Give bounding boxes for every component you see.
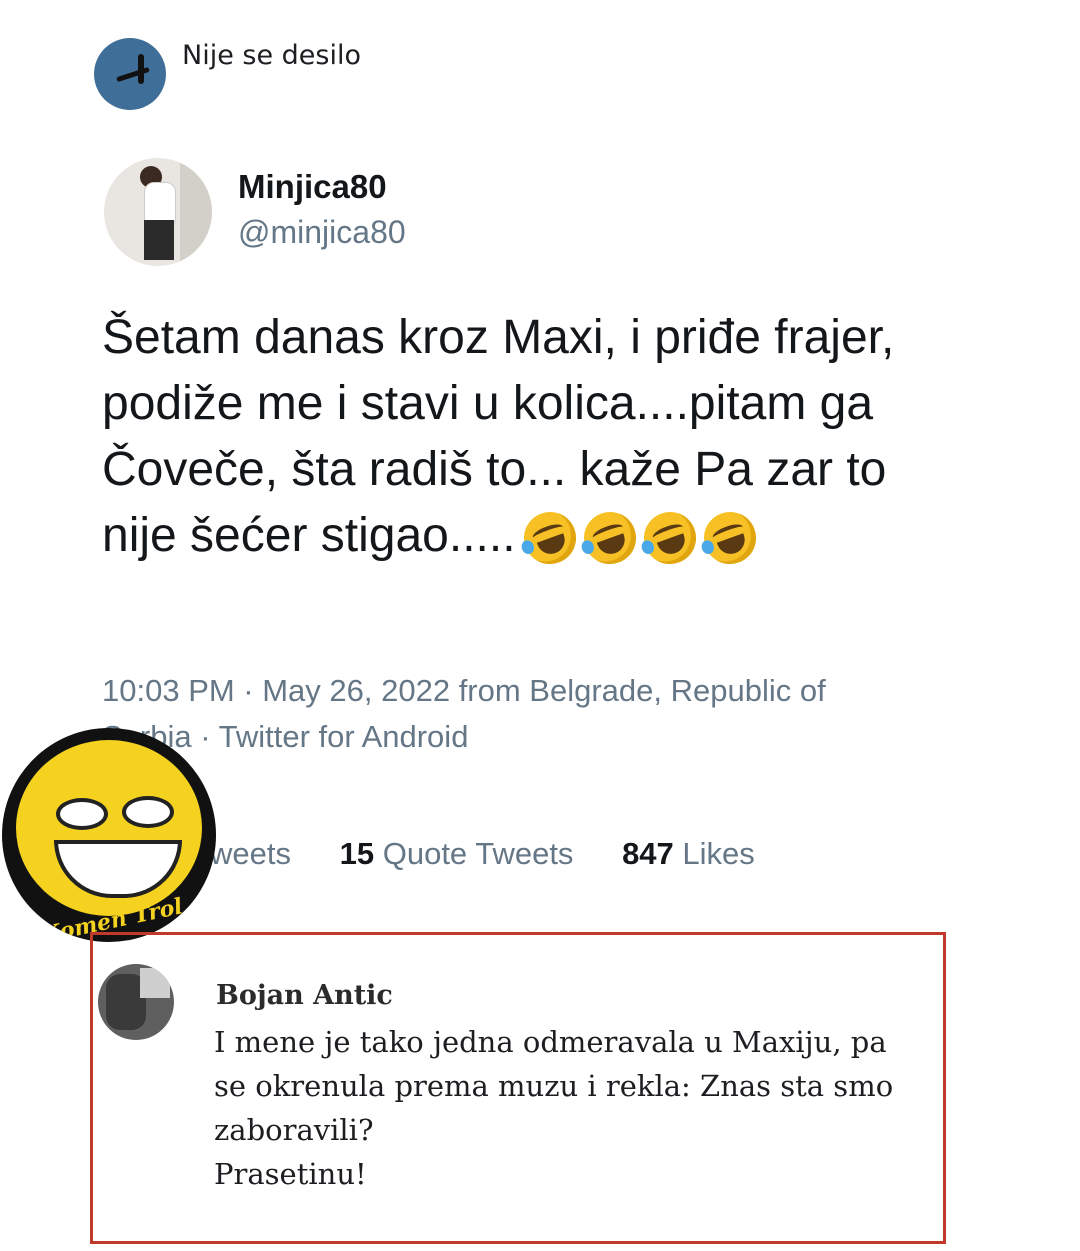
quote-tweets-stat[interactable]: 15 Quote Tweets — [340, 836, 574, 871]
reply-line: se okrenula prema muzu i rekla: Znas sta… — [214, 1069, 894, 1103]
emoji-group — [516, 504, 763, 572]
tweet-author-avatar[interactable] — [104, 158, 212, 266]
tweet-timestamp-location[interactable]: 10:03 PM · May 26, 2022 from Belgrade, R… — [102, 668, 922, 714]
troll-face-icon — [16, 740, 202, 916]
reply-line: I mene je tako jedna odmeravala u Maxiju… — [214, 1025, 887, 1059]
tweet-body: Šetam danas kroz Maxi, i priđe frajer, p… — [102, 311, 908, 562]
likes-stat[interactable]: 847 Likes — [622, 836, 755, 871]
rolling-on-floor-laughing-icon — [636, 504, 703, 572]
tweet-stats: weets 15 Quote Tweets 847 Likes — [210, 836, 795, 872]
tweet-text: Šetam danas kroz Maxi, i priđe frajer, p… — [102, 305, 952, 572]
reply-text: I mene je tako jedna odmeravala u Maxiju… — [214, 1020, 934, 1196]
rolling-on-floor-laughing-icon — [576, 504, 643, 572]
troll-face-watermark: Komen Trol — [2, 728, 216, 942]
reply-author-name[interactable]: Bojan Antic — [216, 980, 393, 1011]
rolling-on-floor-laughing-icon — [696, 504, 763, 572]
retweets-stat[interactable]: weets — [210, 836, 291, 871]
page-name[interactable]: Nije se desilo — [182, 40, 361, 71]
rolling-on-floor-laughing-icon — [516, 504, 583, 572]
page-avatar[interactable] — [94, 38, 166, 110]
reply-author-avatar[interactable] — [98, 964, 174, 1040]
hand-icon — [116, 66, 150, 83]
tweet-source[interactable]: Serbia · Twitter for Android — [102, 714, 922, 760]
tweet-display-name[interactable]: Minjica80 — [238, 168, 387, 206]
tweet-handle[interactable]: @minjica80 — [238, 214, 406, 251]
reply-line: zaboravili? — [214, 1113, 374, 1147]
reply-line: Prasetinu! — [214, 1157, 367, 1191]
tweet-meta: 10:03 PM · May 26, 2022 from Belgrade, R… — [102, 668, 922, 760]
